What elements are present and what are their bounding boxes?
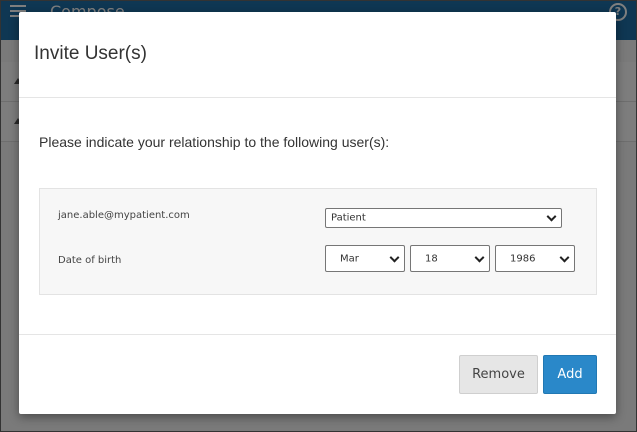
remove-button[interactable]: Remove bbox=[459, 355, 538, 394]
relationship-select[interactable]: Patient bbox=[325, 208, 562, 228]
dob-month-select[interactable]: Mar bbox=[325, 245, 405, 272]
dialog-header: Invite User(s) bbox=[19, 12, 616, 98]
chevron-down-icon bbox=[389, 252, 400, 263]
dob-year-select[interactable]: 1986 bbox=[495, 245, 575, 272]
user-relationship-panel: jane.able@mypatient.com Patient Date of … bbox=[39, 188, 597, 295]
user-email: jane.able@mypatient.com bbox=[58, 210, 190, 221]
dialog-title: Invite User(s) bbox=[34, 43, 147, 64]
dob-year-value: 1986 bbox=[510, 253, 536, 264]
dialog-body: Please indicate your relationship to the… bbox=[19, 98, 616, 335]
chevron-down-icon bbox=[474, 252, 485, 263]
dob-day-select[interactable]: 18 bbox=[410, 245, 490, 272]
chevron-down-icon bbox=[559, 252, 570, 263]
dob-day-value: 18 bbox=[425, 253, 438, 264]
dob-label: Date of birth bbox=[58, 255, 122, 266]
invite-users-dialog: Invite User(s) Please indicate your rela… bbox=[19, 12, 616, 414]
dialog-footer: Remove Add bbox=[19, 335, 616, 413]
dob-month-value: Mar bbox=[340, 253, 359, 264]
add-button[interactable]: Add bbox=[543, 355, 597, 394]
chevron-down-icon bbox=[546, 211, 557, 222]
dialog-intro-text: Please indicate your relationship to the… bbox=[39, 134, 390, 150]
relationship-select-value: Patient bbox=[331, 212, 366, 224]
